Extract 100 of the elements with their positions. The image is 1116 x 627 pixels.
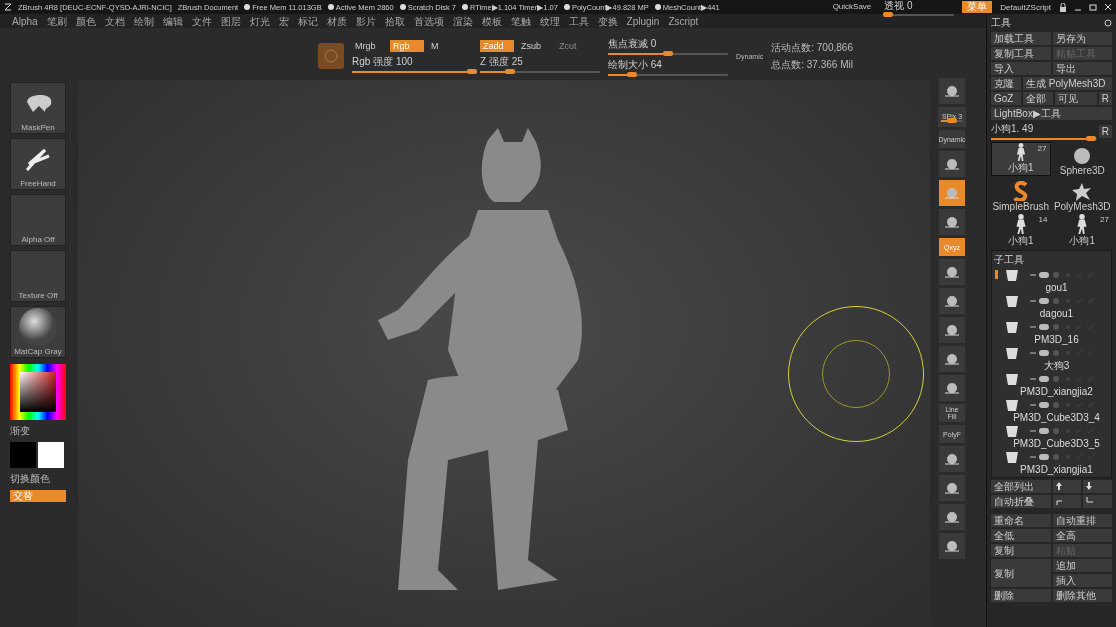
subtool-item[interactable]: PM3D_Cube3D3_5: [994, 423, 1109, 449]
menu-item[interactable]: 文档: [104, 14, 125, 28]
menu-item[interactable]: 颜色: [75, 14, 96, 28]
subtool-item[interactable]: 大狗3: [994, 345, 1109, 371]
menu-item[interactable]: 材质: [326, 14, 347, 28]
subtool-item[interactable]: PM3D_Cube3D3_4: [994, 397, 1109, 423]
goz-button[interactable]: GoZ: [991, 92, 1021, 105]
brush-tile[interactable]: MaskPen: [10, 82, 66, 134]
primary-color-swatch[interactable]: [10, 442, 36, 468]
tool-thumbnail[interactable]: 27 小狗1: [991, 142, 1051, 176]
rgb-mode-toggle[interactable]: M: [428, 39, 462, 52]
z-mode-toggle[interactable]: Zsub: [518, 39, 552, 52]
slider-thumb[interactable]: [947, 117, 957, 123]
menu-item[interactable]: 变换: [597, 14, 618, 28]
auto-reorder-button[interactable]: 自动重排: [1052, 514, 1112, 527]
subtool-item[interactable]: gou1: [994, 267, 1109, 293]
menu-item[interactable]: 图层: [220, 14, 241, 28]
switch-color-label[interactable]: 切换颜色: [10, 472, 70, 486]
r-button[interactable]: R: [1098, 124, 1112, 138]
menu-item[interactable]: 标记: [297, 14, 318, 28]
subtool-item[interactable]: dagou1: [994, 293, 1109, 319]
slider-thumb[interactable]: [505, 68, 515, 74]
brush-tile[interactable]: Alpha Off: [10, 194, 66, 246]
tool-thumbnail[interactable]: PolyMesh3D: [1052, 178, 1112, 212]
all-high-button[interactable]: 全高: [1052, 529, 1112, 542]
toolbar-button[interactable]: [939, 288, 965, 314]
tool-button[interactable]: 导出: [1052, 62, 1112, 75]
menu-item[interactable]: 渲染: [452, 14, 473, 28]
rotate-button[interactable]: [1083, 495, 1112, 508]
quicksave-button[interactable]: QuickSave: [827, 1, 877, 13]
slider-thumb[interactable]: [1086, 136, 1097, 141]
menu-item[interactable]: 绘制: [133, 14, 154, 28]
subtool-item[interactable]: PM3D_xiangjia1: [994, 449, 1109, 475]
tool-thumbnail[interactable]: SimpleBrush: [991, 178, 1051, 212]
insert-button[interactable]: 插入: [1052, 574, 1112, 587]
slider-thumb[interactable]: [467, 68, 477, 74]
toolbar-button[interactable]: [939, 78, 965, 104]
menu-item[interactable]: 首选项: [413, 14, 444, 28]
toolbar-button[interactable]: [939, 533, 965, 559]
move-up-button[interactable]: [1052, 480, 1082, 493]
menu-item[interactable]: 编辑: [162, 14, 183, 28]
list-all-button[interactable]: 全部列出: [991, 480, 1051, 493]
delete-button[interactable]: 删除: [991, 589, 1051, 602]
tool-button[interactable]: 加载工具: [991, 32, 1051, 45]
close-icon[interactable]: [1104, 2, 1112, 12]
restore-icon[interactable]: [1089, 2, 1097, 12]
tool-button[interactable]: 导入: [991, 62, 1051, 75]
material-swatch[interactable]: [318, 43, 344, 69]
append-button[interactable]: 追加: [1052, 559, 1112, 572]
menu-item[interactable]: 灯光: [249, 14, 270, 28]
tool-thumbnail[interactable]: 27 小狗1: [1052, 214, 1112, 248]
slider-thumb[interactable]: [627, 71, 637, 77]
menu-item[interactable]: 文件: [191, 14, 212, 28]
lightbox-button[interactable]: LightBox▶工具: [991, 107, 1112, 120]
menu-item[interactable]: 模板: [481, 14, 502, 28]
rotate-button[interactable]: [1052, 495, 1082, 508]
brush-tile[interactable]: Texture Off: [10, 250, 66, 302]
refresh-icon[interactable]: [1104, 19, 1112, 27]
subtool-item[interactable]: PM3D_16: [994, 319, 1109, 345]
subtool-item[interactable]: PM3D_xiangjia2: [994, 371, 1109, 397]
brush-tile[interactable]: MatCap Gray: [10, 306, 66, 358]
secondary-color-swatch[interactable]: [38, 442, 64, 468]
menu-item[interactable]: Alpha: [12, 14, 38, 28]
toolbar-button[interactable]: [939, 375, 965, 401]
auto-collapse-button[interactable]: 自动折叠: [991, 495, 1051, 508]
tool-button[interactable]: 另存为: [1052, 32, 1112, 45]
color-picker[interactable]: [10, 364, 66, 420]
slider-thumb[interactable]: [882, 11, 893, 17]
move-down-button[interactable]: [1083, 480, 1112, 493]
make-polymesh-button[interactable]: 生成 PolyMesh3D: [1023, 77, 1112, 90]
toolbar-button[interactable]: [939, 346, 965, 372]
toolbar-button[interactable]: [939, 446, 965, 472]
toolbar-button[interactable]: [939, 317, 965, 343]
menu-item[interactable]: 纹理: [539, 14, 560, 28]
menu-item[interactable]: 笔触: [510, 14, 531, 28]
all-low-button[interactable]: 全低: [991, 529, 1051, 542]
delete-other-button[interactable]: 删除其他: [1052, 589, 1112, 602]
visible-button[interactable]: 可见: [1055, 92, 1097, 105]
menu-item[interactable]: 拾取: [384, 14, 405, 28]
tool-thumbnail[interactable]: 14 小狗1: [991, 214, 1051, 248]
toolbar-button[interactable]: [939, 151, 965, 177]
menu-item[interactable]: 笔刷: [46, 14, 67, 28]
brush-tile[interactable]: FreeHand: [10, 138, 66, 190]
duplicate-button[interactable]: 复制: [991, 559, 1051, 587]
rgb-mode-toggle[interactable]: Mrgb: [352, 39, 386, 52]
lock-icon[interactable]: [1059, 2, 1067, 12]
toolbar-button[interactable]: [939, 475, 965, 501]
toolbar-button[interactable]: [939, 504, 965, 530]
toolbar-button[interactable]: [939, 209, 965, 235]
menu-item[interactable]: 宏: [278, 14, 289, 28]
all-button[interactable]: 全部: [1023, 92, 1053, 105]
menu-item[interactable]: Zplugin: [626, 14, 660, 28]
copy-button[interactable]: 复制: [991, 544, 1051, 557]
tool-thumbnail[interactable]: Sphere3D: [1052, 142, 1112, 176]
menu-item[interactable]: 影片: [355, 14, 376, 28]
viewport[interactable]: [78, 80, 930, 627]
r-button[interactable]: R: [1098, 92, 1112, 105]
tool-button[interactable]: 复制工具: [991, 47, 1051, 60]
toolbar-button[interactable]: [939, 259, 965, 285]
slider-thumb[interactable]: [663, 50, 673, 56]
